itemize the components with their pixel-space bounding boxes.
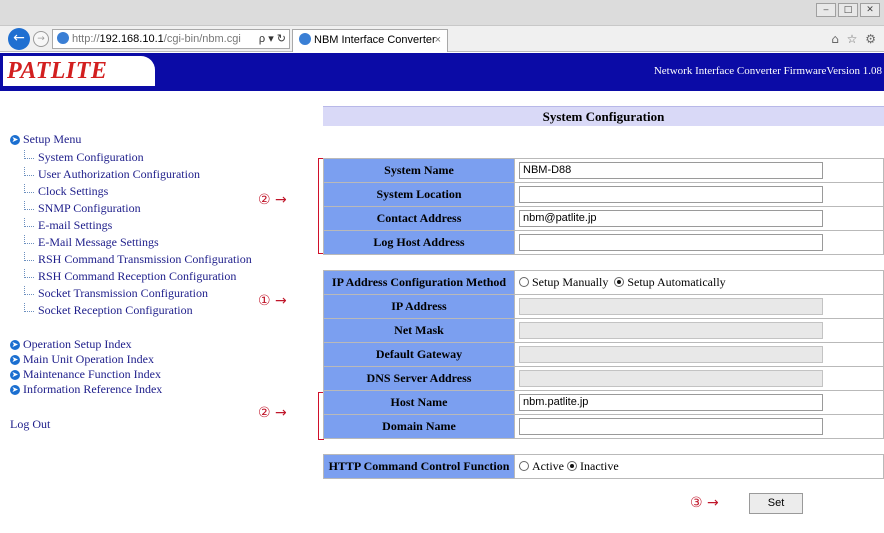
dns-server-input[interactable] xyxy=(519,370,823,387)
annotation-2-host: ② → xyxy=(258,405,287,421)
radio-checked-icon xyxy=(614,277,625,287)
menu-item-system-configuration[interactable]: System Configuration xyxy=(10,149,280,166)
tree-branch-icon xyxy=(24,252,34,261)
log-host-address-input[interactable] xyxy=(519,234,823,251)
setup-automatically-radio[interactable]: Setup Automatically xyxy=(614,275,726,289)
home-favorites-settings-icons[interactable]: ⌂ ☆ ⚙ xyxy=(831,32,878,46)
minimize-button[interactable]: ‒ xyxy=(816,3,836,17)
arrow-circle-icon: ➤ xyxy=(10,339,20,350)
main-unit-operation-index-link[interactable]: ➤ Main Unit Operation Index xyxy=(10,352,280,367)
forward-arrow-icon[interactable]: → xyxy=(33,31,49,47)
arrow-circle-icon: ➤ xyxy=(10,384,20,395)
logout-link[interactable]: Log Out xyxy=(10,417,280,432)
browser-tab[interactable]: NBM Interface Converter × xyxy=(292,29,448,52)
http-command-radio-group: Active Inactive xyxy=(519,459,619,473)
default-gateway-label: Default Gateway xyxy=(323,342,515,367)
annotation-3-set: ③ → xyxy=(690,495,719,511)
tree-branch-icon xyxy=(24,235,34,244)
browser-navbar: ← → http://192.168.10.1/cgi-bin/nbm.cgi … xyxy=(0,26,884,52)
menu-item-email-message[interactable]: E-Mail Message Settings xyxy=(10,234,280,251)
close-window-button[interactable]: ✕ xyxy=(860,3,880,17)
page-title: System Configuration xyxy=(323,106,884,126)
system-info-table: System Name NBM-D88 System Location Cont… xyxy=(323,158,884,255)
address-bar[interactable]: http://192.168.10.1/cgi-bin/nbm.cgi ρ ▾ … xyxy=(52,29,290,49)
domain-name-input[interactable] xyxy=(519,418,823,435)
system-location-input[interactable] xyxy=(519,186,823,203)
system-name-label: System Name xyxy=(323,158,515,183)
radio-unchecked-icon xyxy=(519,461,529,471)
ip-address-input[interactable] xyxy=(519,298,823,315)
information-reference-index-link[interactable]: ➤ Information Reference Index xyxy=(10,382,280,397)
patlite-logo: PATLITE xyxy=(3,56,155,86)
tree-branch-icon xyxy=(24,184,34,193)
ip-address-label: IP Address xyxy=(323,294,515,319)
menu-item-socket-transmission[interactable]: Socket Transmission Configuration xyxy=(10,285,280,302)
window-titlebar: ‒ □ ✕ xyxy=(0,0,884,26)
address-tools[interactable]: ρ ▾ ↻ xyxy=(259,30,286,48)
net-mask-label: Net Mask xyxy=(323,318,515,343)
menu-item-rsh-transmission[interactable]: RSH Command Transmission Configuration xyxy=(10,251,280,268)
tab-title: NBM Interface Converter xyxy=(314,34,436,46)
set-button[interactable]: Set xyxy=(749,493,803,514)
active-radio[interactable]: Active xyxy=(519,459,564,473)
tree-branch-icon xyxy=(24,286,34,295)
site-globe-icon xyxy=(57,32,69,44)
dns-server-label: DNS Server Address xyxy=(323,366,515,391)
page-header: PATLITE Network Interface Converter Firm… xyxy=(0,53,884,91)
menu-item-snmp[interactable]: SNMP Configuration xyxy=(10,200,280,217)
side-menu: ➤ Setup Menu System Configuration User A… xyxy=(10,132,280,432)
menu-item-rsh-reception[interactable]: RSH Command Reception Configuration xyxy=(10,268,280,285)
host-name-label: Host Name xyxy=(323,390,515,415)
menu-item-user-authorization[interactable]: User Authorization Configuration xyxy=(10,166,280,183)
firmware-info: Network Interface Converter FirmwareVers… xyxy=(653,65,882,77)
tree-branch-icon xyxy=(24,150,34,159)
annotation-2-system: ② → xyxy=(258,192,287,208)
system-location-label: System Location xyxy=(323,182,515,207)
tree-branch-icon xyxy=(24,303,34,312)
back-arrow-icon[interactable]: ← xyxy=(8,28,30,50)
domain-name-label: Domain Name xyxy=(323,414,515,439)
radio-checked-icon xyxy=(567,461,577,471)
tree-branch-icon xyxy=(24,167,34,176)
menu-item-email-settings[interactable]: E-mail Settings xyxy=(10,217,280,234)
operation-setup-index-link[interactable]: ➤ Operation Setup Index xyxy=(10,337,280,352)
tab-globe-icon xyxy=(299,33,311,45)
default-gateway-input[interactable] xyxy=(519,346,823,363)
setup-menu-heading[interactable]: ➤ Setup Menu xyxy=(10,132,280,147)
tree-branch-icon xyxy=(24,201,34,210)
restore-button[interactable]: □ xyxy=(838,3,858,17)
tab-close-icon[interactable]: × xyxy=(435,30,441,51)
net-mask-input[interactable] xyxy=(519,322,823,339)
tree-branch-icon xyxy=(24,218,34,227)
http-command-label: HTTP Command Control Function xyxy=(323,454,515,479)
host-name-input[interactable]: nbm.patlite.jp xyxy=(519,394,823,411)
http-command-table: HTTP Command Control Function Active Ina… xyxy=(323,454,884,479)
arrow-circle-icon: ➤ xyxy=(10,134,20,145)
ip-config-table: IP Address Configuration Method Setup Ma… xyxy=(323,270,884,439)
ip-method-label: IP Address Configuration Method xyxy=(323,270,515,295)
arrow-circle-icon: ➤ xyxy=(10,369,20,380)
log-host-address-label: Log Host Address xyxy=(323,230,515,255)
radio-unchecked-icon xyxy=(519,277,529,287)
window-controls: ‒ □ ✕ xyxy=(816,3,880,17)
menu-item-clock-settings[interactable]: Clock Settings xyxy=(10,183,280,200)
system-name-input[interactable]: NBM-D88 xyxy=(519,162,823,179)
contact-address-label: Contact Address xyxy=(323,206,515,231)
ip-method-radio-group: Setup Manually Setup Automatically xyxy=(519,275,726,289)
contact-address-input[interactable]: nbm@patlite.jp xyxy=(519,210,823,227)
maintenance-function-index-link[interactable]: ➤ Maintenance Function Index xyxy=(10,367,280,382)
inactive-radio[interactable]: Inactive xyxy=(567,459,619,473)
tree-branch-icon xyxy=(24,269,34,278)
annotation-1-ip: ① → xyxy=(258,293,287,309)
arrow-circle-icon: ➤ xyxy=(10,354,20,365)
setup-manually-radio[interactable]: Setup Manually xyxy=(519,275,608,289)
menu-item-socket-reception[interactable]: Socket Reception Configuration xyxy=(10,302,280,319)
